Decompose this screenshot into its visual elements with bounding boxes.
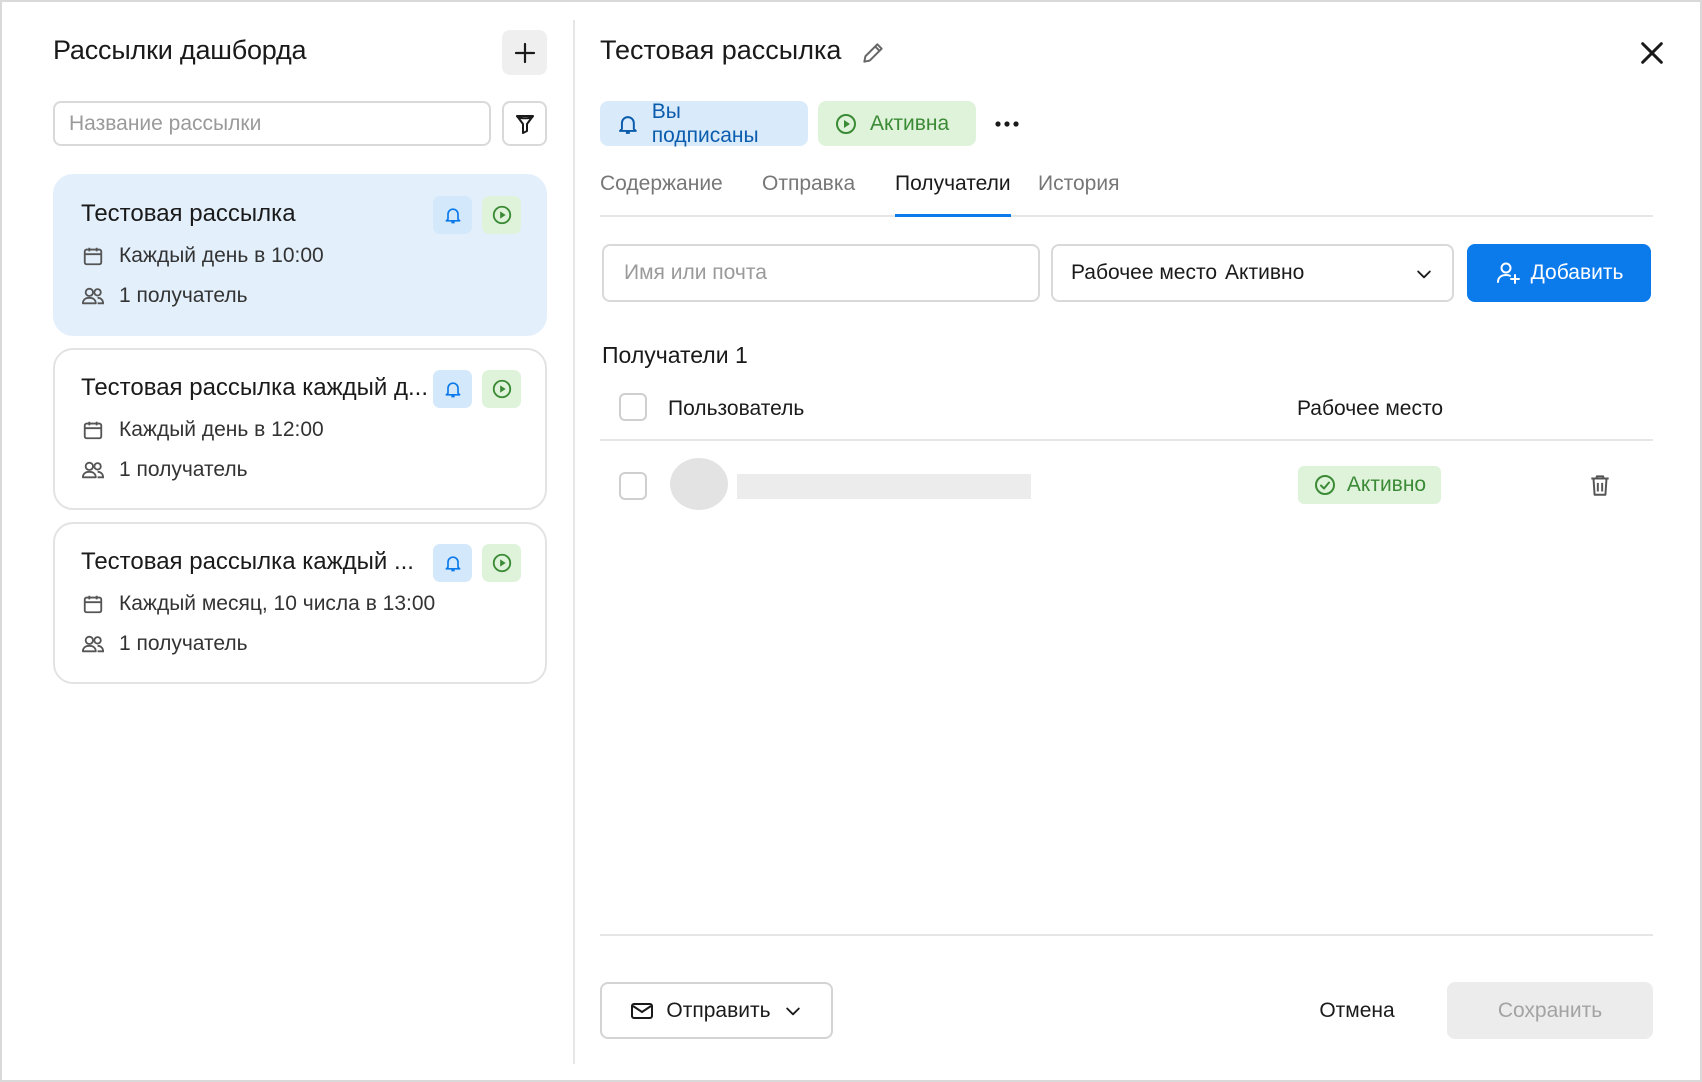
add-recipient-button[interactable]: Добавить (1467, 244, 1651, 302)
play-circle-icon (492, 553, 511, 573)
column-header-workspace[interactable]: Рабочее место (1297, 397, 1443, 421)
play-circle-icon (492, 205, 511, 225)
row-checkbox[interactable] (619, 472, 647, 500)
active-status-badge (482, 196, 521, 234)
filter-button[interactable] (502, 101, 547, 146)
detail-tabs: Содержание Отправка Получатели История (600, 172, 1653, 217)
calendar-icon (83, 247, 103, 266)
workspace-filter-select[interactable]: Рабочее место Активно (1051, 244, 1454, 302)
plus-icon (514, 42, 535, 63)
tab-recipients[interactable]: Получатели (895, 172, 1011, 217)
play-circle-icon (492, 379, 511, 399)
schedule-text: Каждый день в 12:00 (119, 418, 324, 441)
close-icon[interactable] (1636, 37, 1668, 69)
add-recipient-label: Добавить (1530, 261, 1624, 284)
bell-icon (445, 382, 460, 398)
mailing-schedule: Каждый месяц, 10 числа в 13:00 (81, 592, 435, 616)
table-header-divider (600, 439, 1653, 441)
chevron-down-icon (785, 1007, 800, 1015)
subscribed-badge (433, 544, 472, 582)
users-icon (81, 461, 105, 479)
bell-icon (445, 556, 460, 572)
mailing-title: Тестовая рассылка (600, 35, 842, 65)
mailing-card[interactable]: Тестовая рассылка Каждый день в 10:00 1 … (53, 174, 547, 336)
user-name-placeholder (737, 474, 1031, 499)
footer-divider (600, 934, 1653, 936)
recipients-text: 1 получатель (119, 632, 248, 655)
select-all-checkbox[interactable] (619, 393, 647, 421)
more-horizontal-icon (995, 120, 1019, 127)
users-icon (81, 635, 105, 653)
tab-sending[interactable]: Отправка (762, 172, 855, 217)
workspace-status-label: Активно (1346, 473, 1427, 496)
mailing-card-title: Тестовая рассылка (81, 200, 296, 227)
workspace-filter-value: Активно (1225, 261, 1305, 284)
bell-icon (445, 208, 460, 224)
mailing-detail: Тестовая рассылка Вы подписаны Активна С… (575, 2, 1702, 1080)
mailing-card-title: Тестовая рассылка каждый ... (81, 548, 414, 575)
sidebar-title: Рассылки дашборда (53, 35, 307, 65)
subscribed-chip-label: Вы подписаны (651, 99, 759, 147)
mailing-schedule: Каждый день в 10:00 (81, 244, 324, 268)
calendar-icon (83, 595, 103, 614)
subscribed-badge (433, 370, 472, 408)
mail-icon (631, 1002, 654, 1019)
add-mailing-button[interactable] (502, 30, 547, 75)
workspace-status-badge: Активно (1298, 466, 1441, 504)
more-actions-button[interactable] (987, 106, 1027, 141)
save-button[interactable]: Сохранить (1447, 982, 1653, 1039)
mailing-recipients: 1 получатель (81, 284, 248, 308)
mailings-sidebar: Рассылки дашборда Тестовая рассылка Кажд… (2, 2, 574, 1080)
mailing-card[interactable]: Тестовая рассылка каждый ... Каждый меся… (53, 522, 547, 684)
users-icon (81, 287, 105, 305)
bell-icon (618, 115, 637, 134)
schedule-text: Каждый месяц, 10 числа в 13:00 (119, 592, 436, 615)
check-circle-icon (1314, 475, 1335, 495)
mailing-search-input[interactable] (53, 101, 491, 146)
chevron-down-icon (1417, 270, 1431, 279)
schedule-text: Каждый день в 10:00 (119, 244, 324, 267)
send-button[interactable]: Отправить (600, 982, 833, 1039)
workspace-filter-label: Рабочее место (1071, 261, 1218, 284)
pencil-icon[interactable] (860, 40, 886, 66)
mailing-recipients: 1 получатель (81, 458, 248, 482)
mailing-recipients: 1 получатель (81, 632, 248, 656)
mailing-schedule: Каждый день в 12:00 (81, 418, 324, 442)
avatar (670, 458, 728, 510)
active-status-badge (482, 544, 521, 582)
trash-icon[interactable] (1587, 472, 1613, 498)
play-circle-icon (836, 113, 856, 134)
tab-history[interactable]: История (1038, 172, 1119, 217)
send-button-label: Отправить (666, 998, 771, 1022)
cancel-button[interactable]: Отмена (1287, 982, 1427, 1039)
recipients-count-heading: Получатели 1 (602, 342, 748, 368)
mailing-card[interactable]: Тестовая рассылка каждый д... Каждый ден… (53, 348, 547, 510)
mailing-card-title: Тестовая рассылка каждый д... (81, 374, 428, 401)
subscribed-badge (433, 196, 472, 234)
user-plus-icon (1496, 262, 1520, 284)
column-header-user[interactable]: Пользователь (668, 397, 804, 421)
subscribed-chip[interactable]: Вы подписаны (600, 99, 808, 147)
mailing-dialog: Рассылки дашборда Тестовая рассылка Кажд… (0, 0, 1702, 1082)
tab-content[interactable]: Содержание (600, 172, 723, 217)
recipients-text: 1 получатель (119, 284, 248, 307)
recipient-search-input[interactable] (602, 244, 1040, 302)
status-chip[interactable]: Активна (818, 101, 976, 146)
filter-icon (515, 114, 534, 134)
recipients-text: 1 получатель (119, 458, 248, 481)
status-chip-label: Активна (870, 111, 950, 135)
calendar-icon (83, 421, 103, 440)
active-status-badge (482, 370, 521, 408)
